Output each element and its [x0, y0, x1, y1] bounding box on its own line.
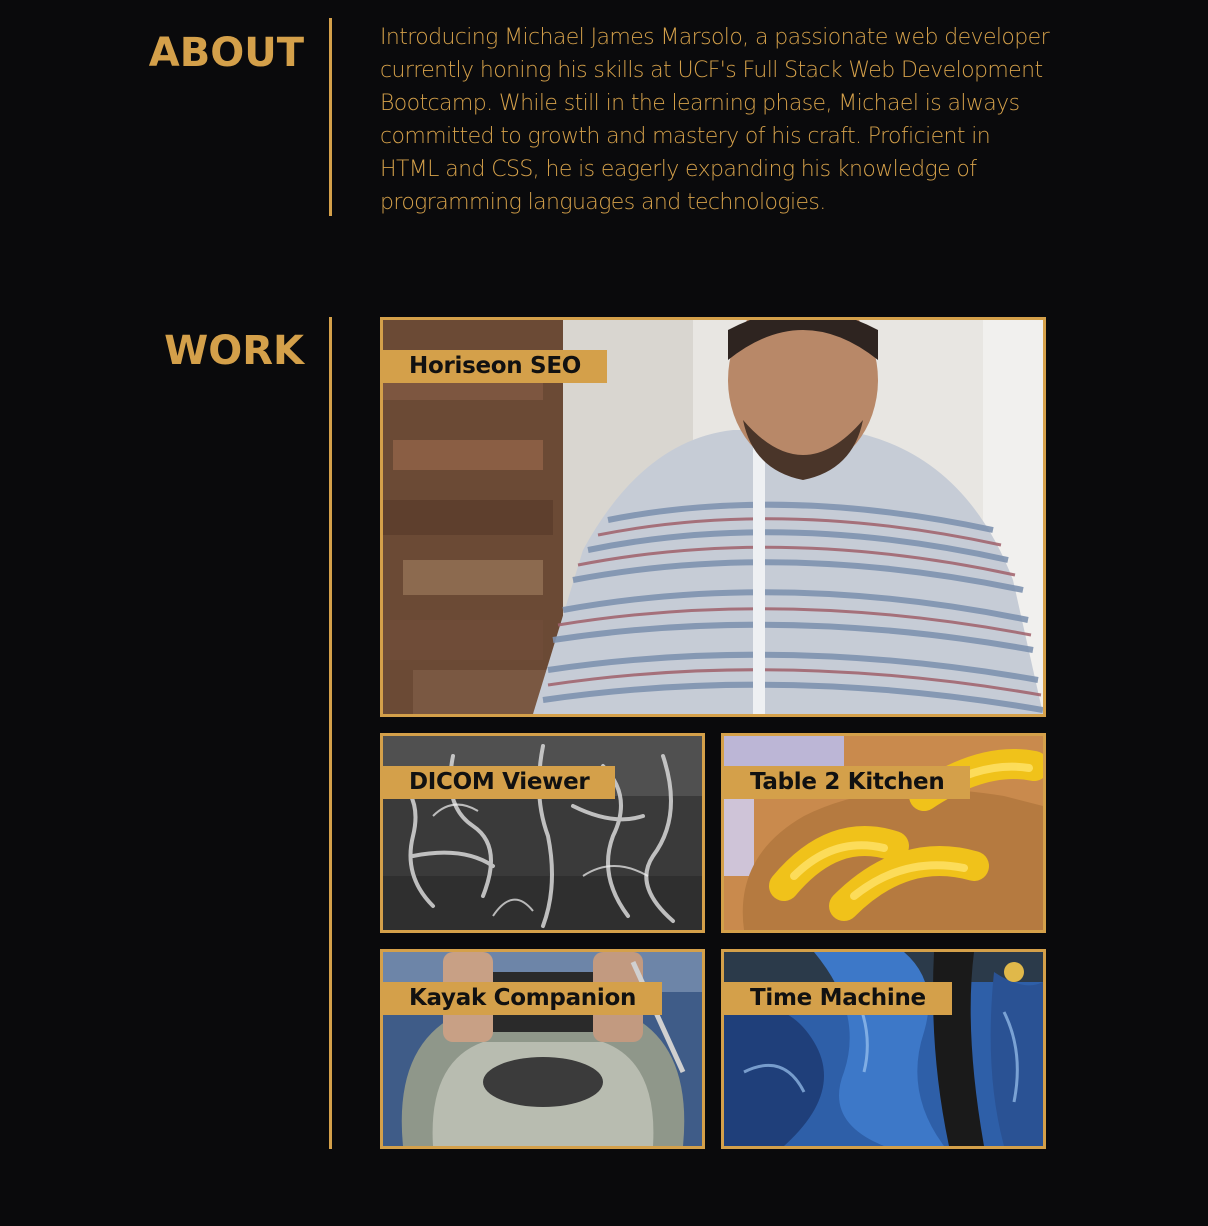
project-title: Table 2 Kitchen — [724, 766, 971, 799]
about-divider — [329, 18, 332, 216]
project-title: Time Machine — [724, 982, 952, 1015]
about-heading: ABOUT — [148, 30, 304, 76]
work-divider — [329, 317, 332, 1149]
project-card-kayak-companion[interactable]: Kayak Companion — [380, 949, 705, 1149]
project-card-time-machine[interactable]: Time Machine — [721, 949, 1046, 1149]
project-title: DICOM Viewer — [383, 766, 616, 799]
about-description: Introducing Michael James Marsolo, a pas… — [380, 25, 1050, 215]
project-card-table-2-kitchen[interactable]: Table 2 Kitchen — [721, 733, 1046, 933]
work-heading: WORK — [164, 328, 304, 374]
project-title: Kayak Companion — [383, 982, 663, 1015]
project-title: Horiseon SEO — [383, 350, 607, 383]
project-card-horiseon-seo[interactable]: Horiseon SEO — [380, 317, 1046, 717]
project-card-dicom-viewer[interactable]: DICOM Viewer — [380, 733, 705, 933]
